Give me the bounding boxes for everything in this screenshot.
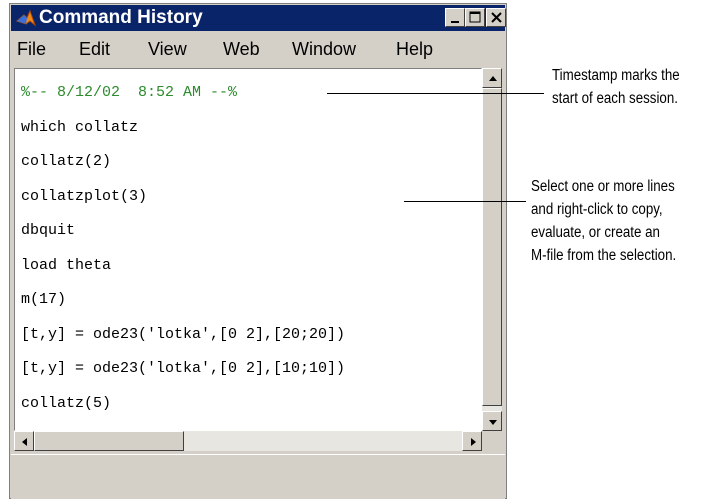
window-title: Command History — [39, 7, 203, 28]
scroll-up-button[interactable] — [482, 68, 502, 88]
history-row[interactable]: m(17) — [21, 291, 66, 308]
menu-view[interactable]: View — [148, 39, 187, 60]
vertical-scroll-thumb[interactable] — [482, 88, 502, 406]
history-row[interactable]: collatzplot(3) — [21, 188, 147, 205]
title-bar[interactable]: Command History — [11, 5, 506, 31]
callout-line-text: Timestamp marks the — [552, 67, 680, 84]
callout-line-text: and right-click to copy, — [531, 201, 663, 218]
callout-line-text: M-file from the selection. — [531, 247, 677, 264]
command-history-window: Command History File Edit View Web Windo… — [9, 3, 507, 499]
horizontal-scrollbar[interactable] — [14, 431, 482, 451]
timestamp-callout: Timestamp marks the start of each sessio… — [552, 64, 680, 110]
arrow-right-icon — [471, 438, 476, 446]
menu-web[interactable]: Web — [223, 39, 260, 60]
command-history-list[interactable]: %-- 8/12/02 8:52 AM --% which collatz co… — [14, 68, 482, 431]
scrollbar-corner — [482, 431, 502, 451]
menu-file[interactable]: File — [17, 39, 46, 60]
arrow-down-icon — [489, 420, 497, 425]
callout-line-text: start of each session. — [552, 90, 678, 107]
history-row[interactable]: [t,y] = ode23('lotka',[0 2],[20;20]) — [21, 326, 345, 343]
select-callout: Select one or more lines and right-click… — [531, 175, 676, 267]
close-button[interactable] — [486, 8, 506, 27]
minimize-icon — [451, 21, 459, 23]
history-row[interactable]: load theta — [21, 257, 111, 274]
arrow-left-icon — [22, 438, 27, 446]
maximize-icon — [469, 11, 481, 23]
callout-line-text: evaluate, or create an — [531, 224, 660, 241]
menu-help[interactable]: Help — [396, 39, 433, 60]
history-row[interactable]: collatz(2) — [21, 153, 111, 170]
history-timestamp[interactable]: %-- 8/12/02 8:52 AM --% — [21, 84, 237, 101]
timestamp-callout-line — [327, 93, 544, 94]
menu-edit[interactable]: Edit — [79, 39, 110, 60]
close-icon — [491, 12, 502, 23]
history-row[interactable]: [t,y] = ode23('lotka',[0 2],[10;10]) — [21, 360, 345, 377]
status-bar — [11, 454, 505, 499]
history-row[interactable]: which collatz — [21, 119, 138, 136]
history-row[interactable]: dbquit — [21, 222, 75, 239]
scroll-right-button[interactable] — [462, 431, 482, 451]
select-callout-line — [404, 201, 526, 202]
history-row[interactable]: collatz(5) — [21, 395, 111, 412]
callout-line-text: Select one or more lines — [531, 178, 675, 195]
minimize-button[interactable] — [445, 8, 465, 27]
scroll-down-button[interactable] — [482, 411, 502, 431]
vertical-scrollbar[interactable] — [482, 68, 502, 431]
menu-bar: File Edit View Web Window Help — [11, 32, 505, 65]
menu-window[interactable]: Window — [292, 39, 356, 60]
scroll-left-button[interactable] — [14, 431, 34, 451]
matlab-logo-icon — [16, 9, 37, 27]
horizontal-scroll-thumb[interactable] — [34, 431, 184, 451]
maximize-button[interactable] — [465, 8, 485, 27]
arrow-up-icon — [489, 76, 497, 81]
